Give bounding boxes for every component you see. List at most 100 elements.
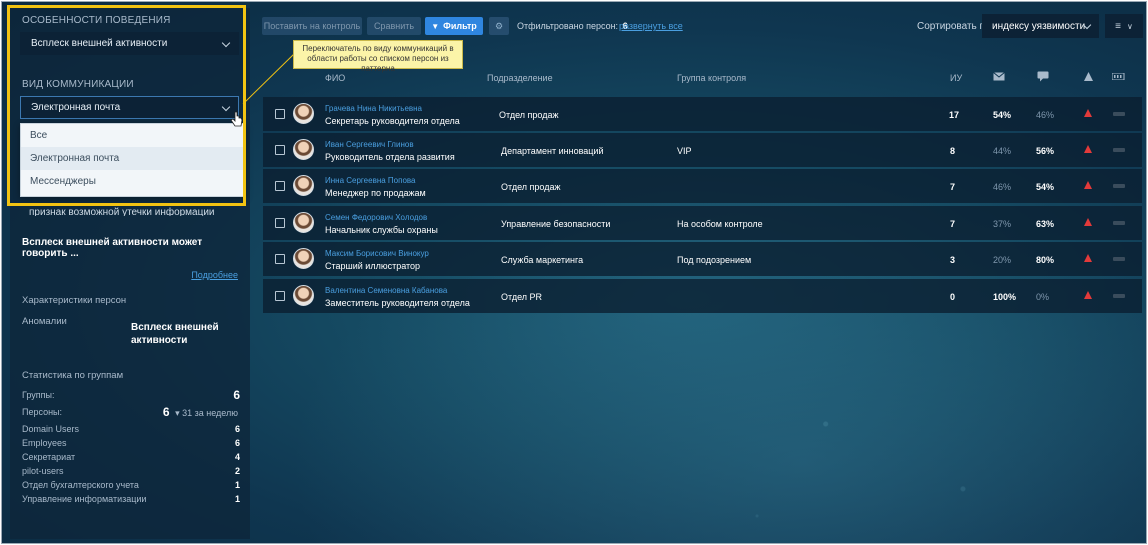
avatar — [293, 285, 314, 306]
group-stat-name: Секретариат — [22, 452, 76, 462]
warning-icon — [1084, 291, 1092, 299]
group-stat-row: Employees 6 — [22, 438, 240, 452]
comm-option-email[interactable]: Электронная почта — [21, 147, 245, 170]
group-stat-name: Управление информатизации — [22, 494, 147, 504]
department-cell: Служба маркетинга — [501, 255, 584, 265]
sort-lines-icon: ≡ — [1115, 20, 1121, 32]
warning-icon — [1084, 181, 1092, 189]
table-row[interactable]: Валентина Семеновна Кабанова Заместитель… — [263, 279, 1142, 313]
person-title: Старший иллюстратор — [325, 261, 421, 271]
row-checkbox[interactable] — [275, 145, 285, 155]
messenger-percent: 46% — [1036, 110, 1055, 120]
mail-percent: 44% — [993, 146, 1012, 156]
person-name-link[interactable]: Инна Сергеевна Попова — [325, 176, 416, 185]
person-name-link[interactable]: Валентина Семеновна Кабанова — [325, 286, 447, 295]
person-name-link[interactable]: Грачева Нина Никитьевна — [325, 104, 422, 113]
battery-indicator — [1113, 294, 1125, 298]
group-stat-value: 2 — [234, 466, 240, 476]
group-stat-name: Employees — [22, 438, 67, 448]
control-group-cell: На особом контроле — [677, 219, 763, 229]
person-title: Менеджер по продажам — [325, 188, 426, 198]
index-cell: 8 — [950, 146, 956, 156]
department-cell: Управление безопасности — [501, 219, 611, 229]
group-stat-row: pilot-users 2 — [22, 466, 240, 480]
warning-icon — [1084, 109, 1092, 117]
chat-icon[interactable] — [1037, 71, 1049, 82]
header-index[interactable]: ИУ — [950, 73, 962, 83]
group-stat-row: Управление информатизации 1 — [22, 494, 240, 508]
person-name-link[interactable]: Максим Борисович Винокур — [325, 249, 429, 258]
comm-option-all[interactable]: Все — [21, 124, 245, 147]
header-department[interactable]: Подразделение — [487, 73, 553, 83]
person-name-link[interactable]: Иван Сергеевич Глинов — [325, 140, 414, 149]
warning-icon[interactable] — [1084, 72, 1093, 81]
warning-icon — [1084, 254, 1092, 262]
messenger-percent: 54% — [1036, 182, 1055, 192]
table-row[interactable]: Инна Сергеевна Попова Менеджер по продаж… — [263, 169, 1142, 203]
chevron-down-icon — [221, 38, 231, 48]
stat-groups: Группы: 6 — [22, 388, 240, 404]
sidebar: ОСОБЕННОСТИ ПОВЕДЕНИЯ Всплеск внешней ак… — [10, 8, 250, 539]
group-stat-value: 1 — [234, 480, 240, 490]
characteristics-label: Характеристики персон — [22, 295, 127, 306]
comm-dropdown-menu: Все Электронная почта Мессенджеры — [20, 123, 246, 197]
persons-week: 31 за неделю — [182, 408, 238, 418]
control-group-cell: VIP — [677, 146, 692, 156]
header-name[interactable]: ФИО — [325, 73, 345, 83]
table-row[interactable]: Иван Сергеевич Глинов Руководитель отдел… — [263, 133, 1142, 167]
filter-button[interactable]: ▼ Фильтр — [425, 17, 483, 35]
settings-icon[interactable]: ⚙ — [489, 17, 509, 35]
row-checkbox[interactable] — [275, 218, 285, 228]
mail-icon[interactable] — [993, 72, 1005, 81]
warning-icon — [1084, 218, 1092, 226]
table-row[interactable]: Максим Борисович Винокур Старший иллюстр… — [263, 242, 1142, 276]
group-stat-name: Отдел бухгалтерского учета — [22, 480, 139, 490]
chevron-down-icon — [221, 102, 231, 112]
person-title: Руководитель отдела развития — [325, 152, 455, 162]
compare-button[interactable]: Сравнить — [367, 17, 421, 35]
mail-percent: 46% — [993, 182, 1012, 192]
comm-option-messengers[interactable]: Мессенджеры — [21, 170, 245, 193]
messenger-percent: 0% — [1036, 292, 1050, 302]
pattern-description: Всплеск внешней активности может говорит… — [22, 237, 203, 259]
behavior-select-value: Всплеск внешней активности — [31, 38, 168, 49]
row-checkbox[interactable] — [275, 254, 285, 264]
app-window: ОСОБЕННОСТИ ПОВЕДЕНИЯ Всплеск внешней ак… — [1, 1, 1147, 544]
table-row[interactable]: Грачева Нина Никитьевна Секретарь руково… — [263, 97, 1142, 131]
battery-icon[interactable] — [1112, 73, 1126, 80]
sort-label: Сортировать по — [917, 21, 991, 32]
avatar — [293, 175, 314, 196]
person-name-link[interactable]: Семен Федорович Холодов — [325, 213, 427, 222]
sort-direction-button[interactable]: ≡ ∨ — [1105, 14, 1143, 38]
expand-all-link[interactable]: развернуть все — [619, 21, 683, 31]
mail-percent: 37% — [993, 219, 1012, 229]
warning-icon — [1084, 145, 1092, 153]
battery-indicator — [1113, 257, 1125, 261]
sort-select-value: индексу уязвимости — [992, 20, 1086, 32]
anomalies-label: Аномалии — [22, 316, 67, 327]
control-group-cell: Под подозрением — [677, 255, 752, 265]
avatar — [293, 248, 314, 269]
department-cell: Отдел PR — [501, 292, 543, 302]
row-checkbox[interactable] — [275, 109, 285, 119]
person-title: Начальник службы охраны — [325, 225, 438, 235]
row-checkbox[interactable] — [275, 181, 285, 191]
mail-percent: 100% — [993, 292, 1017, 302]
table-row[interactable]: Семен Федорович Холодов Начальник службы… — [263, 206, 1142, 240]
comm-select[interactable]: Электронная почта — [20, 96, 239, 119]
header-control-group[interactable]: Группа контроля — [677, 73, 746, 83]
sort-select[interactable]: индексу уязвимости — [982, 14, 1099, 38]
battery-indicator — [1113, 112, 1125, 116]
group-stat-value: 6 — [234, 424, 240, 434]
more-link[interactable]: Подробнее — [191, 270, 238, 280]
messenger-percent: 80% — [1036, 255, 1055, 265]
row-checkbox[interactable] — [275, 291, 285, 301]
group-stat-name: Domain Users — [22, 424, 80, 434]
control-button[interactable]: Поставить на контроль — [262, 17, 362, 35]
index-cell: 7 — [950, 182, 956, 192]
avatar — [293, 103, 314, 124]
callout-tooltip: Переключатель по виду коммуникаций в обл… — [293, 40, 463, 73]
mail-percent: 20% — [993, 255, 1012, 265]
stat-persons-value: 6 ▾ 31 за неделю — [163, 405, 238, 419]
behavior-select[interactable]: Всплеск внешней активности — [20, 32, 239, 55]
